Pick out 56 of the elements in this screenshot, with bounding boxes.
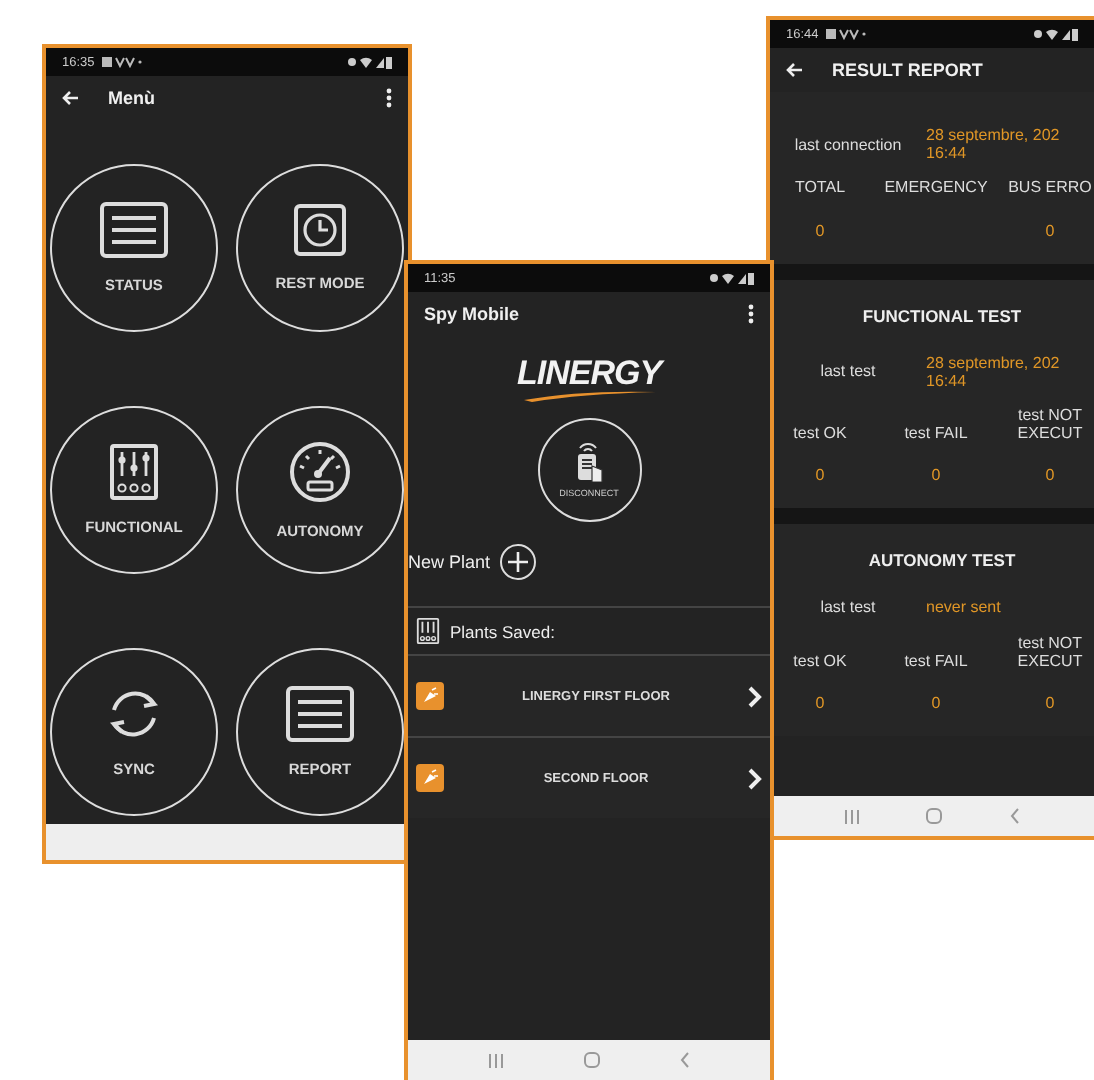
column-label: BUS ERRO — [1006, 178, 1094, 198]
list-icon — [286, 686, 354, 742]
notification-icons — [102, 56, 143, 68]
date-value: never sent — [926, 598, 1003, 617]
back-icon[interactable] — [680, 1052, 690, 1068]
home-icon[interactable] — [926, 808, 943, 824]
new-plant-label: New Plant — [408, 552, 491, 572]
date-label: last test — [818, 362, 878, 381]
column-label: test NOT EXECUT — [1015, 405, 1085, 443]
column-label: TOTAL — [792, 178, 848, 198]
section-heading: AUTONOMY TEST — [866, 548, 1018, 575]
recent-apps-icon[interactable] — [843, 809, 860, 823]
column-label: EMERGENCY — [882, 178, 990, 198]
sliders-icon — [110, 444, 158, 500]
count-value: 0 — [813, 693, 827, 712]
screen-title: RESULT REPORT — [832, 60, 983, 80]
date-value: 28 septembre, 202 16:44 — [926, 353, 1062, 390]
sliders-icon — [416, 618, 440, 644]
notification-icons — [826, 28, 867, 40]
count-value: 0 — [929, 693, 943, 712]
home-icon[interactable] — [584, 1052, 600, 1068]
column-label: test FAIL — [902, 424, 970, 443]
section-heading: FUNCTIONAL TEST — [860, 303, 1024, 330]
plus-icon — [508, 552, 529, 572]
column-label: test FAIL — [902, 651, 970, 670]
count-value: 0 — [813, 221, 827, 240]
gauge-icon — [288, 440, 352, 504]
screen-title: Spy Mobile — [424, 304, 520, 324]
column-label: test OK — [791, 424, 849, 443]
count-value: 0 — [929, 466, 943, 485]
count-value: 0 — [1043, 466, 1057, 485]
chevron-right-icon — [748, 685, 762, 707]
column-label: test OK — [791, 651, 849, 670]
date-label: last connection — [792, 135, 904, 154]
back-arrow-icon[interactable] — [62, 90, 80, 106]
more-options-icon[interactable] — [386, 88, 392, 108]
brand-logo: LINERGY — [516, 356, 662, 402]
back-icon[interactable] — [1010, 808, 1021, 824]
recent-apps-icon[interactable] — [488, 1053, 504, 1067]
date-value: 28 septembre, 202 16:44 — [926, 126, 1062, 163]
status-icons — [710, 271, 754, 285]
count-value: 0 — [813, 466, 827, 485]
status-icons — [1034, 27, 1078, 41]
status-icons — [348, 55, 392, 69]
screen-title: Menù — [108, 88, 155, 108]
add-plant-button[interactable] — [500, 544, 537, 580]
more-options-icon[interactable] — [748, 304, 754, 324]
count-value: 0 — [1043, 693, 1057, 712]
date-label: last test — [818, 598, 878, 617]
column-label: test NOT EXECUT — [1015, 633, 1085, 670]
back-arrow-icon[interactable] — [786, 62, 804, 78]
chevron-right-icon — [748, 767, 762, 789]
list-icon — [100, 202, 168, 258]
saved-plants-heading: Plants Saved: — [450, 621, 555, 641]
count-value: 0 — [1043, 221, 1057, 240]
clock-icon — [294, 204, 346, 256]
